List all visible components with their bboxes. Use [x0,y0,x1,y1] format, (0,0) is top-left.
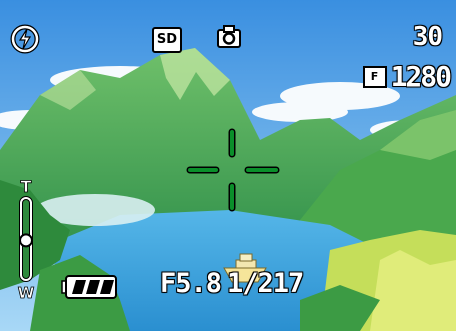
aperture-value: F5.8 [160,268,222,299]
camera-mode-icon [217,25,241,48]
fine-quality-icon: F [362,65,387,88]
zoom-tele-label: T [21,177,32,196]
shutter-speed-value: 1/217 [227,268,304,299]
camera-viewfinder: SD 30 F 1280 T W F5.8 1/217 [0,0,456,331]
battery-icon [61,275,117,299]
zoom-position-indicator [19,233,33,248]
focus-frame-icon [186,128,280,212]
zoom-bar: T W [17,177,35,302]
resolution-value: 1280 [390,60,452,93]
shots-remaining: 30 [412,22,443,52]
exposure-readout: F5.8 1/217 [160,268,309,299]
sd-card-badge: SD [152,27,182,53]
image-size-indicator: F 1280 [362,60,452,93]
zoom-wide-label: W [18,284,35,302]
flash-off-icon [10,24,40,54]
